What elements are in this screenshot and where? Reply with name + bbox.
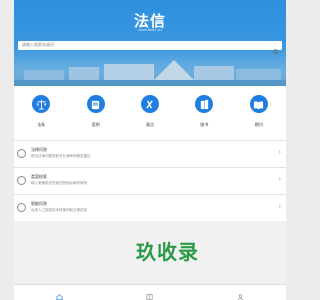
tab-library[interactable]: 文库 xyxy=(125,285,175,300)
question-icon xyxy=(17,149,26,158)
list-item[interactable]: 智能问答 运用人工智能技术快速获取法律答案 › xyxy=(14,194,286,221)
home-icon xyxy=(56,294,63,300)
library-icon xyxy=(146,294,153,300)
category-label: 期刊 xyxy=(254,122,263,127)
watermark-logo: 玖收录 xyxy=(136,240,199,264)
list-item-title: 法律问答 xyxy=(31,147,47,152)
category-opinions[interactable]: 观点 xyxy=(125,95,175,128)
books-icon xyxy=(195,95,214,113)
category-label: 案例 xyxy=(91,122,100,127)
case-file-icon xyxy=(86,95,105,113)
journal-icon xyxy=(249,95,268,113)
category-grid: 法条 案例 观点 图书 期刊 xyxy=(14,86,286,140)
list-item-title: 类案检索 xyxy=(31,174,47,179)
list-item-desc: 运用人工智能技术快速获取法律答案 xyxy=(31,208,87,212)
user-icon xyxy=(237,294,244,300)
chevron-right-icon: › xyxy=(278,149,281,156)
search-placeholder: 请输入搜索关键词 xyxy=(22,42,54,47)
category-label: 法条 xyxy=(37,122,46,127)
feature-list: 法律问答 提出法律问题获取专业律师的解答建议 › 类案检索 输入案情描述快速匹配… xyxy=(14,140,286,221)
scales-icon xyxy=(32,95,51,113)
chevron-right-icon: › xyxy=(278,203,281,210)
skyline-illustration xyxy=(14,60,286,86)
bottom-tab-bar: 首页 文库 我的 xyxy=(14,284,286,300)
app-screen: 法信 www.faxin.cn 请输入搜索关键词 法条 案例 观点 图书 期刊 … xyxy=(14,0,286,300)
list-item[interactable]: 类案检索 输入案情描述快速匹配相似裁判案例 › xyxy=(14,167,286,194)
hero-banner: 法信 www.faxin.cn 请输入搜索关键词 xyxy=(14,0,286,86)
list-item[interactable]: 法律问答 提出法律问题获取专业律师的解答建议 › xyxy=(14,140,286,167)
category-label: 观点 xyxy=(145,122,154,127)
category-journals[interactable]: 期刊 xyxy=(234,95,284,128)
category-cases[interactable]: 案例 xyxy=(71,95,121,128)
chevron-right-icon: › xyxy=(278,176,281,183)
pen-icon xyxy=(140,95,159,113)
list-item-desc: 提出法律问题获取专业律师的解答建议 xyxy=(31,154,91,158)
list-item-desc: 输入案情描述快速匹配相似裁判案例 xyxy=(31,181,87,185)
search-input[interactable]: 请输入搜索关键词 xyxy=(18,41,282,55)
category-books[interactable]: 图书 xyxy=(179,95,229,128)
brand-domain: www.faxin.cn xyxy=(138,27,162,32)
category-label: 图书 xyxy=(200,122,209,127)
help-icon xyxy=(17,203,26,212)
search-case-icon xyxy=(17,176,26,185)
category-laws[interactable]: 法条 xyxy=(16,95,66,128)
tab-profile[interactable]: 我的 xyxy=(216,285,266,300)
list-item-title: 智能问答 xyxy=(31,201,47,206)
tab-home[interactable]: 首页 xyxy=(34,285,84,300)
